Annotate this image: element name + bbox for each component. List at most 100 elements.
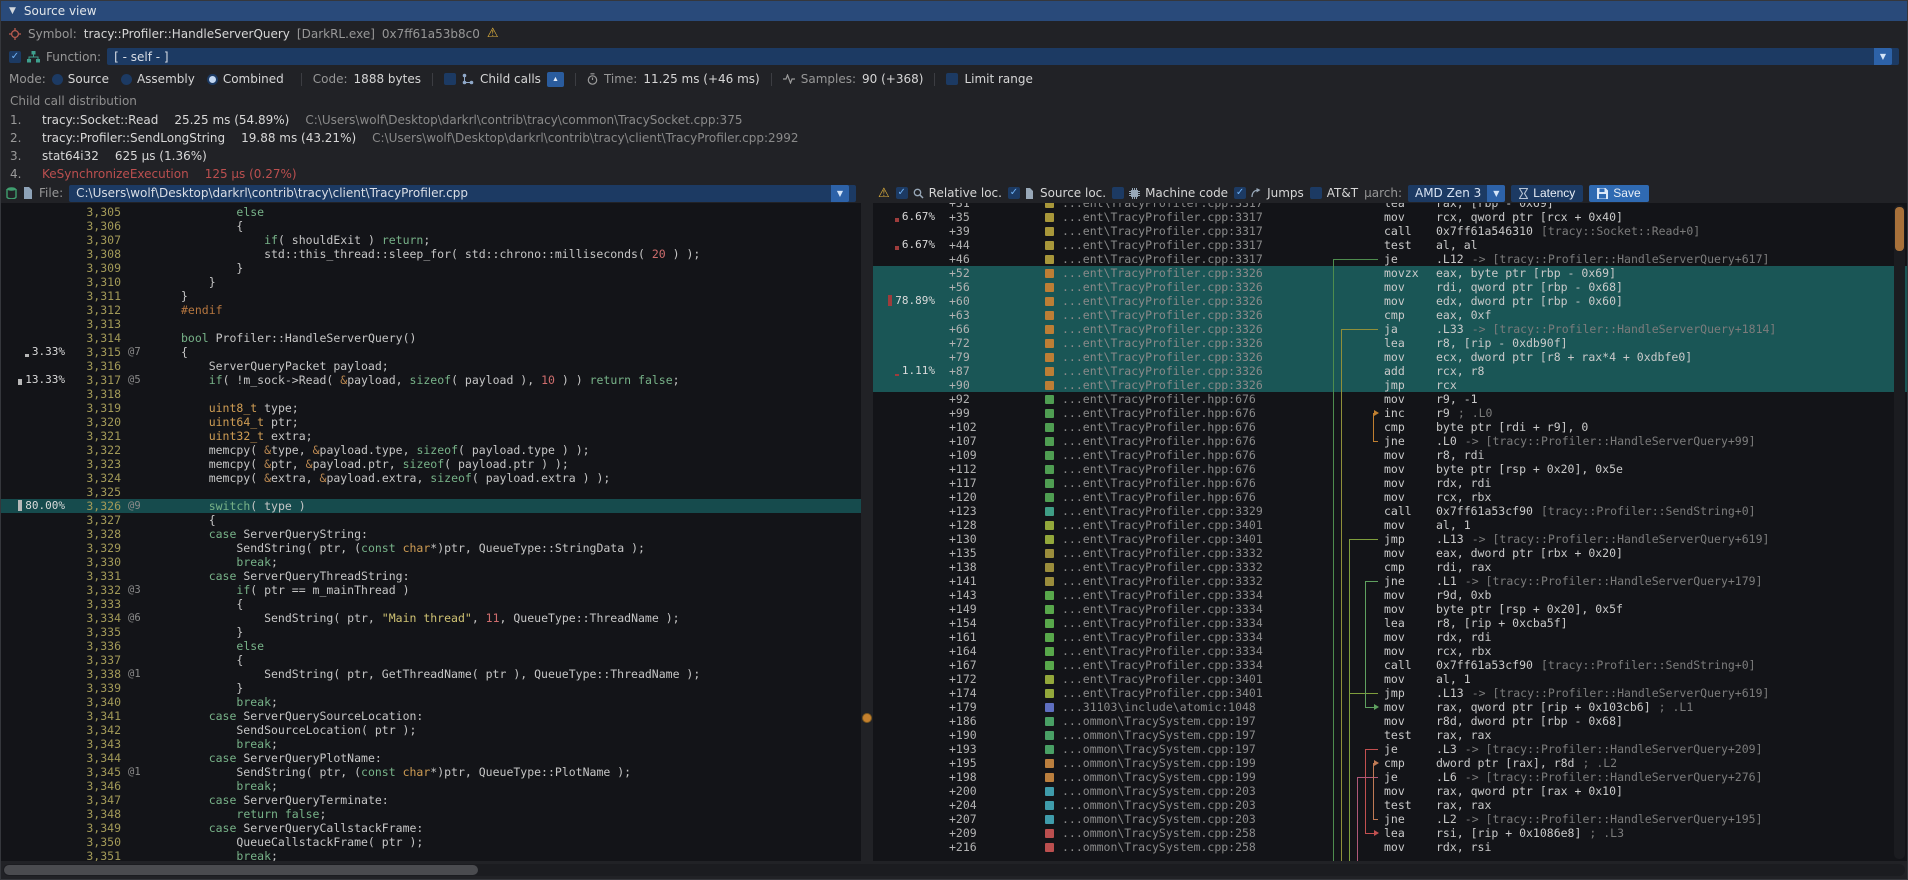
asm-row[interactable]: +99...ent\TracyProfiler.hpp:676incr9; .L…	[873, 406, 1907, 420]
source-line-row[interactable]: 13.33%3,317@5 if( !m_sock->Read( &payloa…	[1, 373, 861, 387]
asm-row[interactable]: +39...ent\TracyProfiler.cpp:3317call0x7f…	[873, 224, 1907, 238]
asm-row[interactable]: +107...ent\TracyProfiler.hpp:676jne.L0->…	[873, 434, 1907, 448]
asm-source-location[interactable]: ...ent\TracyProfiler.hpp:676	[1062, 392, 1330, 406]
source-line-row[interactable]: 3,312#endif	[1, 303, 861, 317]
asm-source-location[interactable]: ...ent\TracyProfiler.hpp:676	[1062, 420, 1330, 434]
asm-source-location[interactable]: ...ent\TracyProfiler.cpp:3332	[1062, 560, 1330, 574]
source-line-row[interactable]: 3,325	[1, 485, 861, 499]
asm-row[interactable]: +52...ent\TracyProfiler.cpp:3326movzxeax…	[873, 266, 1907, 280]
asm-row[interactable]: +90...ent\TracyProfiler.cpp:3326jmprcx	[873, 378, 1907, 392]
child-call-item[interactable]: 3.stat64i32625 μs (1.36%)	[1, 147, 1907, 165]
assembly-view[interactable]: +31...ent\TracyProfiler.cpp:3317learax, …	[873, 203, 1907, 861]
source-line-row[interactable]: 3,350 QueueCallstackFrame( ptr );	[1, 835, 861, 849]
function-combo[interactable]: [ - self - ] ▼	[107, 48, 1899, 65]
latency-button[interactable]: Latency	[1511, 185, 1583, 202]
asm-source-location[interactable]: ...ommon\TracySystem.cpp:199	[1062, 770, 1330, 784]
child-call-name[interactable]: stat64i32	[42, 149, 99, 163]
source-line-row[interactable]: 3,313	[1, 317, 861, 331]
source-line-row[interactable]: 3,320 uint64_t ptr;	[1, 415, 861, 429]
source-line-row[interactable]: 3,318	[1, 387, 861, 401]
asm-source-location[interactable]: ...ent\TracyProfiler.cpp:3326	[1062, 280, 1330, 294]
source-line-row[interactable]: 3,310 }	[1, 275, 861, 289]
source-line-row[interactable]: 3,337 {	[1, 653, 861, 667]
asm-source-location[interactable]: ...ent\TracyProfiler.cpp:3334	[1062, 602, 1330, 616]
child-call-item[interactable]: 2.tracy::Profiler::SendLongString19.88 m…	[1, 129, 1907, 147]
asm-row[interactable]: +204...ommon\TracySystem.cpp:203testrax,…	[873, 798, 1907, 812]
source-line-row[interactable]: 3,323 memcpy( &ptr, &payload.ptr, sizeof…	[1, 457, 861, 471]
asm-source-location[interactable]: ...ent\TracyProfiler.cpp:3332	[1062, 546, 1330, 560]
asm-source-location[interactable]: ...ent\TracyProfiler.cpp:3334	[1062, 658, 1330, 672]
asm-source-location[interactable]: ...ent\TracyProfiler.cpp:3326	[1062, 294, 1330, 308]
source-line-row[interactable]: 3,349 case ServerQueryCallstackFrame:	[1, 821, 861, 835]
asm-row[interactable]: +72...ent\TracyProfiler.cpp:3326lear8, […	[873, 336, 1907, 350]
source-line-row[interactable]: 3,309 }	[1, 261, 861, 275]
chevron-down-icon[interactable]: ▼	[831, 185, 849, 202]
relative-loc-checkbox[interactable]: ✓	[896, 187, 908, 199]
child-calls-checkbox[interactable]	[444, 73, 456, 85]
asm-source-location[interactable]: ...ent\TracyProfiler.cpp:3326	[1062, 350, 1330, 364]
source-code-view[interactable]: 3,305 else3,306 {3,307 if( shouldExit ) …	[1, 203, 861, 861]
asm-source-location[interactable]: ...ent\TracyProfiler.hpp:676	[1062, 490, 1330, 504]
asm-source-location[interactable]: ...31103\include\atomic:1048	[1062, 700, 1330, 714]
asm-source-location[interactable]: ...ommon\TracySystem.cpp:197	[1062, 714, 1330, 728]
asm-source-location[interactable]: ...ent\TracyProfiler.cpp:3326	[1062, 378, 1330, 392]
source-line-row[interactable]: 3,329 SendString( ptr, (const char*)ptr,…	[1, 541, 861, 555]
save-button[interactable]: Save	[1589, 185, 1648, 202]
source-line-row[interactable]: 3,314bool Profiler::HandleServerQuery()	[1, 331, 861, 345]
asm-source-location[interactable]: ...ent\TracyProfiler.cpp:3401	[1062, 672, 1330, 686]
asm-source-location[interactable]: ...ent\TracyProfiler.cpp:3334	[1062, 588, 1330, 602]
source-line-row[interactable]: 3,345@1 SendString( ptr, (const char*)pt…	[1, 765, 861, 779]
asm-source-location[interactable]: ...ommon\TracySystem.cpp:203	[1062, 784, 1330, 798]
asm-source-location[interactable]: ...ent\TracyProfiler.hpp:676	[1062, 434, 1330, 448]
assembly-vertical-scrollbar[interactable]	[1894, 205, 1905, 859]
source-line-row[interactable]: 3,336 else	[1, 639, 861, 653]
source-line-row[interactable]: 3,335 }	[1, 625, 861, 639]
chevron-down-icon[interactable]: ▼	[1874, 48, 1892, 65]
source-line-row[interactable]: 80.00%3,326@9 switch( type )	[1, 499, 861, 513]
asm-source-location[interactable]: ...ent\TracyProfiler.cpp:3317	[1062, 203, 1330, 210]
source-line-row[interactable]: 3,344 case ServerQueryPlotName:	[1, 751, 861, 765]
asm-row[interactable]: 6.67%+35...ent\TracyProfiler.cpp:3317mov…	[873, 210, 1907, 224]
source-line-row[interactable]: 3,340 break;	[1, 695, 861, 709]
mode-option-combined[interactable]: Combined	[207, 72, 284, 86]
asm-row[interactable]: +195...ommon\TracySystem.cpp:199cmpdword…	[873, 756, 1907, 770]
source-line-row[interactable]: 3,322 memcpy( &type, &payload.type, size…	[1, 443, 861, 457]
child-call-item[interactable]: 1.tracy::Socket::Read25.25 ms (54.89%)C:…	[1, 111, 1907, 129]
asm-source-location[interactable]: ...ent\TracyProfiler.cpp:3326	[1062, 308, 1330, 322]
source-line-row[interactable]: 3,339 }	[1, 681, 861, 695]
source-line-row[interactable]: 3,328 case ServerQueryString:	[1, 527, 861, 541]
asm-source-location[interactable]: ...ent\TracyProfiler.cpp:3401	[1062, 518, 1330, 532]
file-icon[interactable]	[23, 187, 33, 199]
asm-source-location[interactable]: ...ent\TracyProfiler.hpp:676	[1062, 476, 1330, 490]
source-line-row[interactable]: 3,343 break;	[1, 737, 861, 751]
asm-row[interactable]: +46...ent\TracyProfiler.cpp:3317je.L12->…	[873, 252, 1907, 266]
child-call-name[interactable]: tracy::Profiler::SendLongString	[42, 131, 225, 145]
asm-row[interactable]: +193...ommon\TracySystem.cpp:197je.L3-> …	[873, 742, 1907, 756]
source-line-row[interactable]: 3,308 std::this_thread::sleep_for( std::…	[1, 247, 861, 261]
jumps-toggle[interactable]: ✓ Jumps	[1234, 186, 1304, 200]
database-icon[interactable]	[6, 187, 17, 199]
asm-source-location[interactable]: ...ommon\TracySystem.cpp:197	[1062, 728, 1330, 742]
source-line-row[interactable]: 3,338@1 SendString( ptr, GetThreadName( …	[1, 667, 861, 681]
source-line-row[interactable]: 3,324 memcpy( &extra, &payload.extra, si…	[1, 471, 861, 485]
asm-row[interactable]: +172...ent\TracyProfiler.cpp:3401moval, …	[873, 672, 1907, 686]
asm-row[interactable]: +79...ent\TracyProfiler.cpp:3326movecx, …	[873, 350, 1907, 364]
asm-row[interactable]: +149...ent\TracyProfiler.cpp:3334movbyte…	[873, 602, 1907, 616]
source-line-row[interactable]: 3,330 break;	[1, 555, 861, 569]
asm-source-location[interactable]: ...ent\TracyProfiler.cpp:3317	[1062, 210, 1330, 224]
asm-row[interactable]: +174...ent\TracyProfiler.cpp:3401jmp.L13…	[873, 686, 1907, 700]
titlebar[interactable]: ▼ Source view	[1, 1, 1907, 21]
asm-source-location[interactable]: ...ent\TracyProfiler.cpp:3326	[1062, 336, 1330, 350]
asm-source-location[interactable]: ...ent\TracyProfiler.cpp:3332	[1062, 574, 1330, 588]
asm-row[interactable]: +102...ent\TracyProfiler.hpp:676cmpbyte …	[873, 420, 1907, 434]
scrollbar-thumb[interactable]	[1895, 207, 1904, 251]
asm-row[interactable]: +164...ent\TracyProfiler.cpp:3334movrcx,…	[873, 644, 1907, 658]
asm-source-location[interactable]: ...ommon\TracySystem.cpp:199	[1062, 756, 1330, 770]
asm-row[interactable]: +135...ent\TracyProfiler.cpp:3332moveax,…	[873, 546, 1907, 560]
child-call-name[interactable]: KeSynchronizeExecution	[42, 167, 189, 181]
source-line-row[interactable]: 3,332@3 if( ptr == m_mainThread )	[1, 583, 861, 597]
asm-source-location[interactable]: ...ommon\TracySystem.cpp:258	[1062, 840, 1330, 854]
function-checkbox[interactable]: ✓	[9, 51, 21, 63]
asm-source-location[interactable]: ...ent\TracyProfiler.cpp:3326	[1062, 266, 1330, 280]
asm-row[interactable]: +112...ent\TracyProfiler.hpp:676movbyte …	[873, 462, 1907, 476]
